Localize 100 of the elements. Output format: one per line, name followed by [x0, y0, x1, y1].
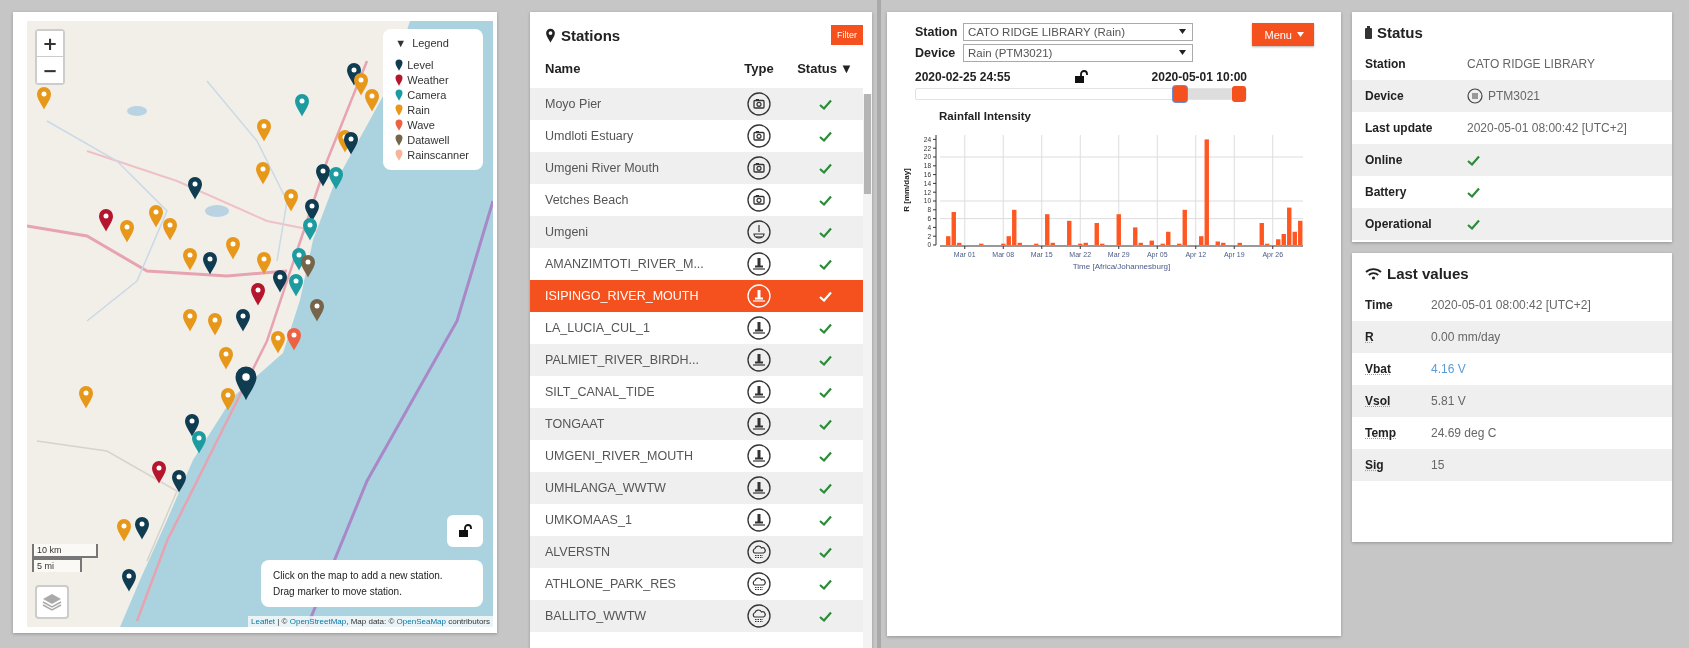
map-marker[interactable]	[315, 163, 332, 188]
slider-handle[interactable]	[1232, 86, 1247, 102]
station-row[interactable]: Umgeni	[530, 216, 863, 248]
panel-title: Last values	[1387, 264, 1469, 282]
station-name: Vetches Beach	[545, 193, 630, 207]
caret-icon	[1297, 32, 1304, 37]
map-marker[interactable]	[151, 460, 168, 485]
map-marker[interactable]	[162, 216, 179, 241]
station-row[interactable]: Umdloti Estuary	[530, 120, 863, 152]
attribution-link[interactable]: Leaflet	[251, 617, 276, 626]
map-marker[interactable]	[286, 326, 302, 351]
gauge-icon	[747, 220, 771, 244]
info-text: Drag marker to move station.	[273, 586, 403, 597]
station-row[interactable]: UMKOMAAS_1	[530, 504, 863, 536]
map-marker[interactable]	[181, 247, 198, 272]
rain-cloud-icon	[747, 604, 771, 628]
map-marker[interactable]	[224, 236, 241, 261]
layers-icon	[41, 592, 63, 612]
station-row[interactable]: SILT_CANAL_TIDE	[530, 376, 863, 408]
water-level-icon	[747, 412, 771, 436]
field-label: Station	[1365, 57, 1407, 71]
map-marker[interactable]	[302, 216, 319, 241]
map-marker[interactable]	[191, 430, 208, 455]
map-marker[interactable]	[218, 346, 235, 371]
device-icon	[1467, 88, 1483, 104]
station-row[interactable]: UMHLANGA_WWTW	[530, 472, 863, 504]
field-label: Device	[1365, 89, 1405, 103]
station-row[interactable]: UMGENI_RIVER_MOUTH	[530, 440, 863, 472]
map-marker[interactable]	[255, 117, 272, 142]
map-marker[interactable]	[121, 568, 138, 593]
scrollbar[interactable]	[863, 94, 872, 648]
map-marker[interactable]	[235, 308, 252, 333]
water-level-icon	[747, 252, 771, 276]
map-marker[interactable]	[282, 187, 299, 212]
wifi-icon	[1365, 266, 1382, 280]
field-label: Operational	[1365, 217, 1433, 231]
water-level-icon	[747, 380, 771, 404]
station-name: Umgeni	[545, 225, 590, 239]
column-header[interactable]: Type	[731, 60, 787, 76]
station-row[interactable]: Vetches Beach	[530, 184, 863, 216]
column-header[interactable]: Name	[545, 60, 731, 76]
map-marker[interactable]	[119, 219, 136, 244]
station-name: UMGENI_RIVER_MOUTH	[545, 449, 694, 463]
zoom-in-button[interactable]: +	[37, 31, 63, 57]
map-marker[interactable]	[233, 365, 258, 402]
map-marker[interactable]	[183, 412, 200, 437]
camera-icon	[747, 92, 771, 116]
map-marker[interactable]	[148, 204, 165, 228]
map-marker[interactable]	[170, 468, 187, 493]
water-level-icon	[747, 444, 771, 468]
map-marker[interactable]	[255, 251, 272, 276]
map-marker[interactable]	[363, 87, 380, 112]
range-slider[interactable]	[915, 88, 1247, 100]
legend-label: Level	[407, 58, 434, 71]
lock-button[interactable]	[447, 515, 483, 547]
station-row[interactable]: Moyo Pier	[530, 88, 863, 120]
slider-handle[interactable]	[1173, 86, 1187, 102]
map-marker[interactable]	[343, 130, 360, 155]
column-header[interactable]: Status	[797, 60, 837, 76]
station-row[interactable]: AMANZIMTOTI_RIVER_M...	[530, 248, 863, 280]
map-marker[interactable]	[308, 297, 325, 322]
collapse-toggle[interactable]: ▼	[395, 37, 407, 49]
map-marker[interactable]	[186, 176, 203, 200]
station-row[interactable]: Umgeni River Mouth	[530, 152, 863, 184]
map-marker[interactable]	[207, 311, 224, 336]
map-marker[interactable]	[220, 387, 237, 412]
map-marker[interactable]	[97, 208, 114, 233]
unlocked-padlock-icon[interactable]	[1074, 70, 1088, 84]
field-label: Device	[915, 45, 957, 60]
legend-label: Rainscanner	[407, 148, 469, 161]
map-marker[interactable]	[36, 85, 53, 110]
station-select[interactable]: CATO RIDGE LIBRARY (Rain)	[963, 22, 1193, 41]
station-row[interactable]: ATHLONE_PARK_RES	[530, 568, 863, 600]
map-marker[interactable]	[293, 93, 310, 118]
station-row[interactable]: LA_LUCIA_CUL_1	[530, 312, 863, 344]
station-row[interactable]: PALMIET_RIVER_BIRDH...	[530, 344, 863, 376]
station-name: ALVERSTN	[545, 545, 612, 559]
map-marker[interactable]	[115, 518, 132, 543]
map-marker[interactable]	[202, 251, 218, 276]
map-marker[interactable]	[272, 268, 288, 293]
map-marker[interactable]	[328, 166, 344, 191]
map-marker[interactable]	[134, 516, 151, 541]
legend-label: Rain	[407, 103, 430, 116]
map-marker[interactable]	[250, 281, 267, 306]
station-row[interactable]: BALLITO_WWTW	[530, 600, 863, 632]
map-marker[interactable]	[300, 253, 316, 278]
station-row[interactable]: ALVERSTN	[530, 536, 863, 568]
map-marker[interactable]	[269, 330, 286, 354]
water-level-icon	[747, 348, 771, 372]
map-marker[interactable]	[352, 71, 369, 96]
device-select[interactable]: Rain (PTM3021)	[963, 43, 1193, 62]
station-row[interactable]: TONGAAT	[530, 408, 863, 440]
map-marker[interactable]	[254, 160, 271, 185]
station-name: SILT_CANAL_TIDE	[545, 385, 656, 399]
attribution-link[interactable]: OpenSeaMap	[396, 617, 446, 626]
map-marker[interactable]	[78, 384, 95, 409]
dropdown-caret-icon	[1179, 29, 1186, 34]
map-marker[interactable]	[181, 308, 198, 333]
map-marker[interactable]	[288, 272, 305, 297]
sort-indicator[interactable]: ▼	[839, 60, 853, 76]
